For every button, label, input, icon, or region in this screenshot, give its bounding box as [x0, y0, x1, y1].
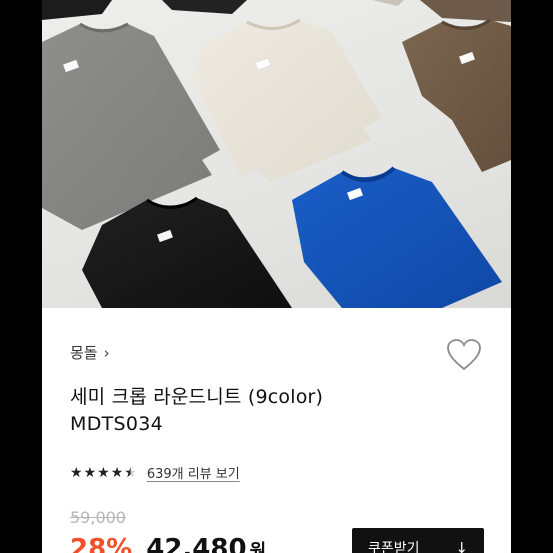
download-arrow-icon: ↓	[455, 539, 468, 553]
star-icon: ★	[70, 464, 83, 481]
currency-unit: 원	[249, 541, 267, 553]
product-hero-image[interactable]	[42, 0, 511, 308]
coupon-button-label: 쿠폰받기	[368, 541, 420, 553]
sweater-black-top	[42, 0, 112, 20]
sweater-cream	[192, 20, 382, 182]
brand-name[interactable]: 몽돌	[70, 342, 98, 363]
star-icon: ★	[110, 464, 124, 481]
sweater-blue	[292, 168, 502, 308]
star-icon: ★	[97, 464, 110, 481]
sweater-dark-top	[162, 0, 247, 14]
product-screen: 몽돌 › 세미 크롭 라운드니트 (9color) MDTS034 ★ ★ ★ …	[42, 0, 511, 553]
star-rating: ★ ★ ★ ★ ★	[70, 465, 137, 481]
review-link[interactable]: 639개 리뷰 보기	[147, 463, 240, 482]
rating-row: ★ ★ ★ ★ ★ 639개 리뷰 보기	[70, 463, 240, 483]
star-half-icon: ★	[124, 464, 137, 481]
sweater-brown	[402, 20, 511, 172]
product-code: MDTS034	[70, 413, 164, 435]
product-info-panel: 몽돌 › 세미 크롭 라운드니트 (9color) MDTS034 ★ ★ ★ …	[42, 308, 511, 553]
folded-sweaters-photo	[42, 0, 511, 308]
price-row: 28% 42,480 원	[70, 534, 266, 553]
original-price: 59,000	[70, 508, 126, 527]
product-title: 세미 크롭 라운드니트 (9color)	[70, 386, 324, 408]
sweater-brown-top	[420, 0, 511, 22]
star-icon: ★	[83, 464, 97, 481]
brand-link[interactable]: 몽돌 ›	[70, 342, 110, 363]
coupon-download-button[interactable]: 쿠폰받기 ↓	[352, 528, 484, 553]
heart-icon[interactable]	[446, 338, 482, 372]
discount-rate: 28%	[70, 534, 133, 553]
sale-price: 42,480	[146, 534, 247, 553]
chevron-right-icon: ›	[103, 343, 110, 362]
